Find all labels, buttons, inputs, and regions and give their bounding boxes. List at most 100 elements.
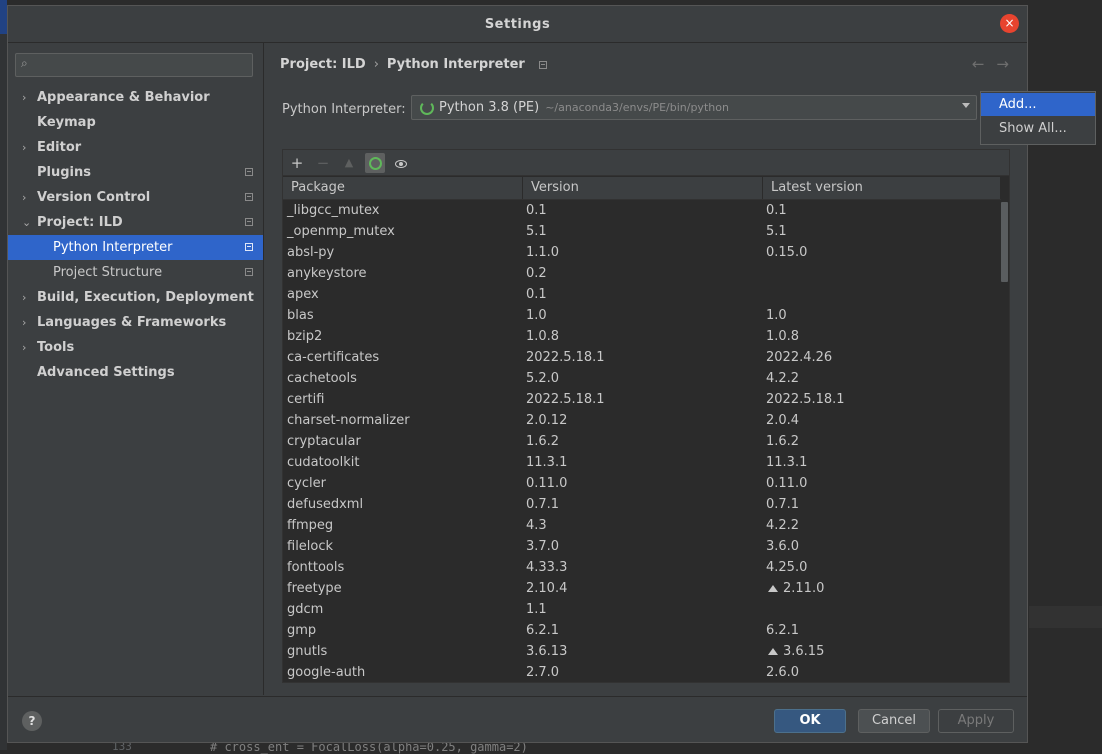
cell-text: gnutls [287,644,328,659]
breadcrumb-page: Python Interpreter [386,57,525,72]
cell-text: cachetools [287,371,357,386]
cell-text: 0.11.0 [766,476,808,491]
cell-text: 5.1 [526,224,547,239]
add-package-button[interactable]: + [287,153,307,173]
cell-version: 0.2 [522,263,762,284]
search-input[interactable]: ⌕ [15,53,253,77]
cell-text: 11.3.1 [526,455,568,470]
cell-text: _libgcc_mutex [287,203,380,218]
table-row[interactable]: charset-normalizer 2.0.12 2.0.4 [283,410,1001,431]
cell-text: defusedxml [287,497,364,512]
cell-text: 1.1 [526,602,547,617]
table-row[interactable]: gmp 6.2.1 6.2.1 [283,620,1001,641]
cell-text: 4.2.2 [766,371,800,386]
cell-text: absl-py [287,245,335,260]
table-row[interactable]: freetype 2.10.4 2.11.0 [283,578,1001,599]
table-row[interactable]: _openmp_mutex 5.1 5.1 [283,221,1001,242]
table-row[interactable]: _libgcc_mutex 0.1 0.1 [283,200,1001,221]
table-row[interactable]: cudatoolkit 11.3.1 11.3.1 [283,452,1001,473]
sidebar-item-languages[interactable]: › Languages & Frameworks [8,310,263,335]
cell-text: 1.1.0 [526,245,560,260]
column-header-version[interactable]: Version [523,177,763,199]
breadcrumb-project[interactable]: Project: ILD [280,57,366,72]
cell-text: google-auth [287,665,366,680]
cell-latest-version: 2022.5.18.1 [762,389,1001,410]
ide-left-gutter [0,0,7,750]
remove-package-button[interactable]: − [313,153,333,173]
table-row[interactable]: defusedxml 0.7.1 0.7.1 [283,494,1001,515]
table-row[interactable]: ffmpeg 4.3 4.2.2 [283,515,1001,536]
sidebar-item-appearance[interactable]: › Appearance & Behavior [8,85,263,110]
dropdown-arrow-icon [962,103,970,108]
cell-text: 3.7.0 [526,539,560,554]
upgrade-package-button[interactable]: ▲ [339,153,359,173]
interpreter-popup-menu: Add... Show All... [980,91,1096,145]
cell-package: defusedxml [283,494,522,515]
cell-latest-version: 0.1 [762,200,1001,221]
menu-item-add[interactable]: Add... [981,93,1095,116]
scrollbar-thumb[interactable] [1001,202,1008,282]
forward-arrow-icon[interactable]: → [996,55,1009,73]
ok-button[interactable]: OK [774,709,846,733]
cell-text: 1.6.2 [526,434,560,449]
help-button[interactable]: ? [22,711,42,731]
cell-version: 1.1.0 [522,242,762,263]
cell-package: blas [283,305,522,326]
table-row[interactable]: absl-py 1.1.0 0.15.0 [283,242,1001,263]
cell-package: cryptacular [283,431,522,452]
cell-package: gmp [283,620,522,641]
interpreter-select[interactable]: Python 3.8 (PE) ~/anaconda3/envs/PE/bin/… [411,95,977,120]
cell-text: 1.0 [526,308,547,323]
table-row[interactable]: cycler 0.11.0 0.11.0 [283,473,1001,494]
table-row[interactable]: certifi 2022.5.18.1 2022.5.18.1 [283,389,1001,410]
sidebar-item-plugins[interactable]: Plugins [8,160,263,185]
cell-text: 2.0.4 [766,413,800,428]
column-header-latest[interactable]: Latest version [763,177,1001,199]
cell-version: 11.3.1 [522,452,762,473]
sidebar-item-tools[interactable]: › Tools [8,335,263,360]
sidebar-item-keymap[interactable]: Keymap [8,110,263,135]
sidebar-item-version-control[interactable]: › Version Control [8,185,263,210]
cell-version: 0.1 [522,284,762,305]
sidebar-item-python-interpreter[interactable]: Python Interpreter [8,235,263,260]
table-row[interactable]: blas 1.0 1.0 [283,305,1001,326]
cell-text: 2.11.0 [783,581,825,596]
refresh-button[interactable] [365,152,385,173]
cell-package: ca-certificates [283,347,522,368]
cell-package: filelock [283,536,522,557]
close-icon[interactable]: × [1000,14,1019,33]
table-scrollbar[interactable] [1001,200,1008,682]
back-arrow-icon[interactable]: ← [972,55,985,73]
cell-version: 1.6.2 [522,431,762,452]
cell-text: apex [287,287,319,302]
menu-item-show-all[interactable]: Show All... [981,117,1095,140]
dialog-titlebar[interactable]: Settings × [8,6,1027,43]
breadcrumb-separator: › [373,57,379,72]
apply-button[interactable]: Apply [938,709,1014,733]
sidebar-item-editor[interactable]: › Editor [8,135,263,160]
table-row[interactable]: filelock 3.7.0 3.6.0 [283,536,1001,557]
cancel-button[interactable]: Cancel [858,709,930,733]
table-row[interactable]: fonttools 4.33.3 4.25.0 [283,557,1001,578]
table-row[interactable]: cryptacular 1.6.2 1.6.2 [283,431,1001,452]
chevron-right-icon: › [22,291,27,304]
cell-text: 0.7.1 [526,497,560,512]
table-row[interactable]: google-auth 2.7.0 2.6.0 [283,662,1001,682]
sidebar-item-advanced[interactable]: Advanced Settings [8,360,263,385]
table-row[interactable]: cachetools 5.2.0 4.2.2 [283,368,1001,389]
interpreter-path: ~/anaconda3/envs/PE/bin/python [545,101,729,114]
column-header-package[interactable]: Package [283,177,523,199]
table-row[interactable]: gdcm 1.1 [283,599,1001,620]
table-row[interactable]: bzip2 1.0.8 1.0.8 [283,326,1001,347]
sidebar-item-project[interactable]: ⌄ Project: ILD [8,210,263,235]
cell-text: 4.3 [526,518,547,533]
sidebar-item-build[interactable]: › Build, Execution, Deployment [8,285,263,310]
table-row[interactable]: ca-certificates 2022.5.18.1 2022.4.26 [283,347,1001,368]
cell-text: 0.2 [526,266,547,281]
table-row[interactable]: apex 0.1 [283,284,1001,305]
sidebar-item-project-structure[interactable]: Project Structure [8,260,263,285]
table-row[interactable]: anykeystore 0.2 [283,263,1001,284]
show-early-releases-button[interactable] [391,153,411,173]
cell-latest-version [762,263,1001,284]
table-row[interactable]: gnutls 3.6.13 3.6.15 [283,641,1001,662]
